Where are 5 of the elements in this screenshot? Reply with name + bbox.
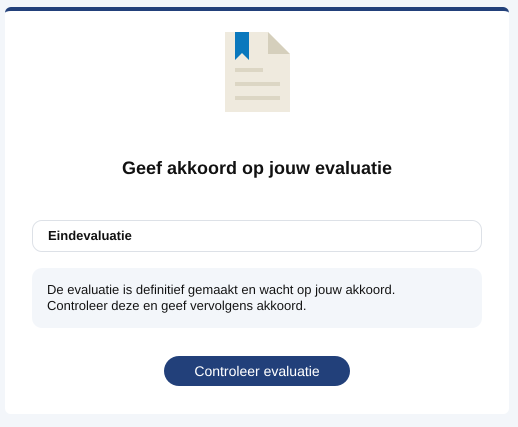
document-icon bbox=[224, 32, 290, 112]
review-button[interactable]: Controleer evaluatie bbox=[164, 356, 350, 386]
evaluation-item[interactable]: Eindevaluatie bbox=[32, 220, 482, 252]
page-title: Geef akkoord op jouw evaluatie bbox=[120, 157, 394, 180]
info-message: De evaluatie is definitief gemaakt en wacht op jouw akkoord. Controleer deze en geef vervolgens akkoord. bbox=[32, 268, 482, 328]
